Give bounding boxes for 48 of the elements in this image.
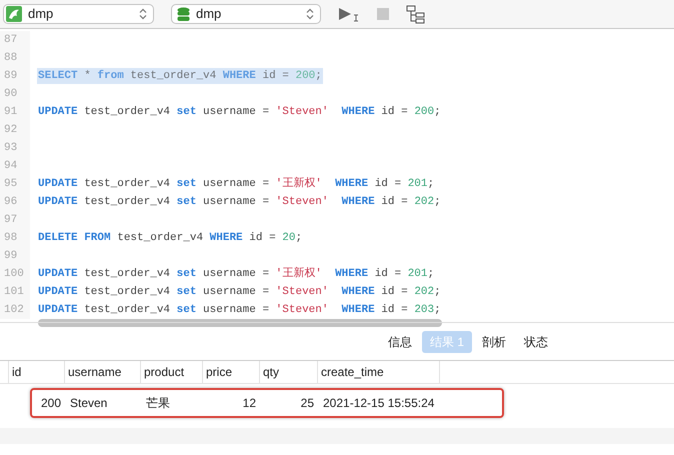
code-line: UPDATE test_order_v4 set username = 'Steven' WHERE id = 202;: [37, 194, 442, 210]
column-header[interactable]: price: [203, 361, 260, 383]
code-line: UPDATE test_order_v4 set username = 'Steven' WHERE id = 203;: [37, 302, 442, 318]
line-number: 102: [0, 301, 30, 319]
line-number: 87: [0, 31, 30, 49]
line-number: 92: [0, 121, 30, 139]
table-cell-text: 2021-12-15 15:55:24: [322, 395, 436, 412]
result-row[interactable]: 200 Steven 芒果 12 25 2021-12-15 15:55:24: [30, 388, 504, 418]
code-line: UPDATE test_order_v4 set username = 'Steven' WHERE id = 200;: [37, 104, 442, 120]
code-line: UPDATE test_order_v4 set username = 'Steven' WHERE id = 202;: [37, 284, 442, 300]
line-number: 91: [0, 103, 30, 121]
column-header[interactable]: product: [141, 361, 203, 383]
database-icon: [177, 6, 190, 22]
column-header[interactable]: qty: [260, 361, 318, 383]
explain-button[interactable]: [406, 4, 425, 24]
table-cell-text: 12: [242, 395, 257, 412]
code-line: UPDATE test_order_v4 set username = '王新权' WHERE id = 201;: [37, 266, 436, 282]
result-tab[interactable]: 剖析: [474, 330, 514, 352]
run-button[interactable]: [338, 6, 360, 22]
chevrons-icon: [139, 8, 147, 20]
code-line: UPDATE test_order_v4 set username = '王新权' WHERE id = 201;: [37, 176, 436, 192]
line-number: 88: [0, 49, 30, 67]
table-cell-text: 200: [40, 395, 62, 412]
table-cell-text: Steven: [69, 395, 108, 412]
line-number: 99: [0, 247, 30, 265]
dolphin-icon: [6, 6, 22, 22]
table-cell-text: 芒果: [145, 395, 171, 412]
column-header[interactable]: id: [8, 361, 65, 383]
line-number: 93: [0, 139, 30, 157]
column-header[interactable]: username: [65, 361, 141, 383]
line-number: 97: [0, 211, 30, 229]
line-number: 101: [0, 283, 30, 301]
connection-select[interactable]: dmp: [3, 4, 154, 24]
code-line: DELETE FROM test_order_v4 WHERE id = 20;: [37, 230, 304, 246]
line-number: 90: [0, 85, 30, 103]
line-number: 95: [0, 175, 30, 193]
column-header[interactable]: create_time: [318, 361, 440, 383]
hierarchy-icon: [406, 4, 425, 24]
line-number: 89: [0, 67, 30, 85]
database-select[interactable]: dmp: [171, 4, 321, 24]
result-tab[interactable]: 状态: [516, 330, 556, 352]
result-tab[interactable]: 信息: [380, 330, 420, 352]
chevrons-icon: [306, 8, 314, 20]
line-number: 94: [0, 157, 30, 175]
table-cell-text: 25: [300, 395, 315, 412]
line-number: 96: [0, 193, 30, 211]
line-number: 98: [0, 229, 30, 247]
line-number: 100: [0, 265, 30, 283]
